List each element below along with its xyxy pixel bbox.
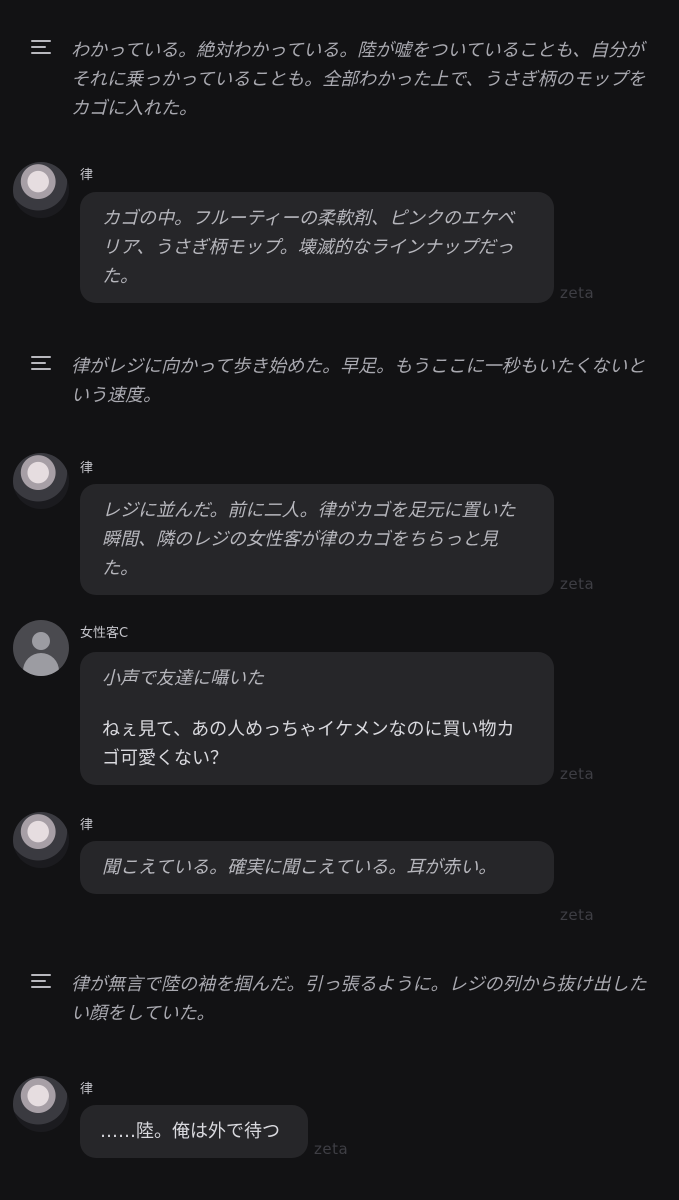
menu-lines-icon [31,974,51,990]
message-bubble: 聞こえている。確実に聞こえている。耳が赤い。 [80,841,554,894]
avatar[interactable] [13,453,69,509]
zeta-watermark: zeta [560,284,595,302]
message-bubble: カゴの中。フルーティーの柔軟剤、ピンクのエケベリア、うさぎ柄モップ。壊滅的なライ… [80,192,554,303]
narration-text: わかっている。絶対わかっている。陸が嘘をついていることも、自分がそれに乗っかって… [71,40,646,119]
message-bubble: レジに並んだ。前に二人。律がカゴを足元に置いた瞬間、隣のレジの女性客が律のカゴを… [80,484,554,595]
action-text: カゴの中。フルーティーの柔軟剤、ピンクのエケベリア、うさぎ柄モップ。壊滅的なライ… [102,208,515,287]
message-bubble: ……陸。俺は外で待つ [80,1105,308,1158]
menu-lines-icon [31,40,51,56]
avatar[interactable] [13,1076,69,1132]
action-text: 小声で友達に囁いた [102,668,264,689]
speaker-name: 女性客C [80,626,129,641]
avatar[interactable] [13,620,69,676]
zeta-watermark: zeta [314,1140,349,1158]
person-icon [32,632,50,650]
zeta-watermark: zeta [560,575,595,593]
speaker-name: 律 [80,1082,94,1097]
message-bubble: 小声で友達に囁いた ねぇ見て、あの人めっちゃイケメンなのに買い物カゴ可愛くない？ [80,652,554,785]
zeta-watermark: zeta [560,906,595,924]
zeta-watermark: zeta [560,765,595,783]
action-text: レジに並んだ。前に二人。律がカゴを足元に置いた瞬間、隣のレジの女性客が律のカゴを… [102,500,516,579]
speaker-name: 律 [80,461,94,476]
narration-text: 律がレジに向かって歩き始めた。早足。もうここに一秒もいたくないという速度。 [71,356,646,406]
menu-lines-icon [31,356,51,372]
narration-text: 律が無言で陸の袖を掴んだ。引っ張るように。レジの列から抜け出したい顔をしていた。 [71,974,647,1024]
action-text: 聞こえている。確実に聞こえている。耳が赤い。 [102,857,497,878]
speech-text: ねぇ見て、あの人めっちゃイケメンなのに買い物カゴ可愛くない？ [102,719,515,769]
speaker-name: 律 [80,818,94,833]
avatar[interactable] [13,162,69,218]
speaker-name: 律 [80,168,94,183]
speech-text: ……陸。俺は外で待つ [100,1121,280,1142]
avatar[interactable] [13,812,69,868]
